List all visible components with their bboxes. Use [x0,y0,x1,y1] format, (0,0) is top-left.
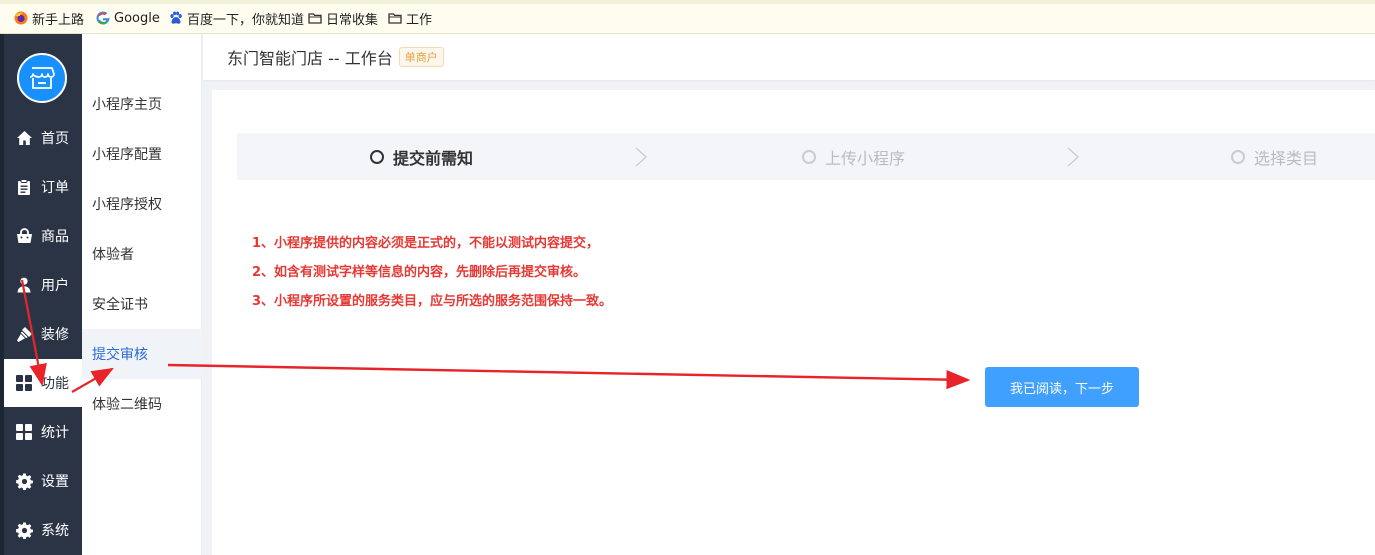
submenu-label: 安全证书 [92,297,148,313]
nav-item-system[interactable]: 系统 [0,506,82,554]
bookmark-label: 新手上路 [32,12,85,28]
home-icon [15,129,33,147]
submenu-label: 提交审核 [92,347,148,363]
bookmark-label: 工作 [406,12,433,28]
step-label: 上传小程序 [825,148,906,168]
nav-item-home[interactable]: 首页 [0,114,82,162]
bookmarks-bar: 新手上路 Google 百度一下，你就知道 日常收集 工作 [0,0,1375,34]
nav-item-features[interactable]: 功能 [4,359,82,407]
nav-label: 订单 [41,180,69,196]
shopping-bag-icon [15,227,33,245]
submenu-label: 小程序授权 [92,197,162,213]
brush-icon [15,325,33,343]
submenu: 小程序主页 小程序配置 小程序授权 体验者 安全证书 提交审核 体验二维码 [82,34,202,555]
steps-bar: 提交前需知 上传小程序 选择类目 [237,133,1375,180]
step-circle-icon [802,149,816,164]
bookmark-label: 日常收集 [326,12,379,28]
merchant-type-badge: 单商户 [398,47,444,67]
notice-line: 1、小程序提供的内容必须是正式的，不能以测试内容提交， [252,236,600,251]
nav-item-settings[interactable]: 设置 [0,457,82,505]
notice-line: 3、小程序所设置的服务类目，应与所选的服务范围保持一致。 [252,294,613,309]
nav-item-products[interactable]: 商品 [0,212,82,260]
bookmark-label: 百度一下，你就知道 [187,12,305,28]
submenu-item-security-cert[interactable]: 安全证书 [82,279,202,329]
submenu-label: 体验二维码 [92,397,162,413]
nav-item-users[interactable]: 用户 [0,261,82,309]
notice-line: 2、如含有测试字样等信息的内容，先删除后再提交审核。 [252,265,587,280]
nav-label: 设置 [41,474,69,490]
step-item: 提交前需知 [370,133,473,180]
next-step-button[interactable]: 我已阅读，下一步 [985,367,1139,407]
nav-label: 商品 [41,229,69,245]
submenu-label: 体验者 [92,247,134,263]
baidu-paw-icon [170,11,182,24]
step-item: 上传小程序 [802,133,905,180]
nav-label: 装修 [41,327,69,343]
nav-item-statistics[interactable]: 统计 [0,408,82,456]
submenu-item-submit-review[interactable]: 提交审核 [82,329,202,379]
gear-icon [15,472,33,490]
step-label: 提交前需知 [393,148,474,168]
bookmark-label: Google [114,10,160,26]
step-circle-icon [1231,149,1245,164]
page-title: 东门智能门店 -- 工作台 [227,49,393,68]
nav-item-orders[interactable]: 订单 [0,163,82,211]
submenu-item-trial-qrcode[interactable]: 体验二维码 [82,379,202,429]
firefox-icon [14,11,28,25]
nav-label: 首页 [41,131,69,147]
nav-item-decoration[interactable]: 装修 [0,310,82,358]
nav-label: 系统 [41,523,69,539]
submenu-label: 小程序主页 [92,97,162,113]
gear-icon [15,521,33,539]
clipboard-icon [15,178,33,196]
google-icon [96,11,110,25]
chevron-right-icon [635,147,647,167]
content-card: 提交前需知 上传小程序 选择类目 1、小程序提供的内容必须是正式的，不能以测试内… [212,90,1375,555]
step-item: 选择类目 [1231,133,1318,180]
bookmark-item[interactable]: 新手上路 [14,9,85,28]
nav-label: 用户 [41,278,69,294]
grid-icon [15,374,33,392]
user-icon [15,276,33,294]
submenu-item-miniprogram-home[interactable]: 小程序主页 [82,79,202,129]
bookmarks-bar-top-edge [0,0,1375,4]
bookmark-item[interactable]: 百度一下，你就知道 [169,9,305,28]
logo[interactable] [17,53,67,103]
nav-label: 统计 [41,425,69,441]
bookmark-item[interactable]: Google [96,9,160,27]
submenu-label: 小程序配置 [92,147,162,163]
chevron-right-icon [1067,147,1079,167]
step-label: 选择类目 [1254,148,1319,168]
bookmark-item[interactable]: 日常收集 [308,9,379,28]
submenu-item-miniprogram-auth[interactable]: 小程序授权 [82,179,202,229]
nav-label: 功能 [41,376,69,392]
grid-icon [15,423,33,441]
step-circle-icon [370,149,384,164]
submenu-item-testers[interactable]: 体验者 [82,229,202,279]
folder-icon [388,13,402,24]
submenu-item-miniprogram-config[interactable]: 小程序配置 [82,129,202,179]
store-icon [29,67,55,89]
main-sidebar: 首页 订单 商品 用户 装修 功能 统计 设置 系统 [0,34,82,555]
folder-icon [308,13,322,24]
sidebar-edge-strip [0,34,4,555]
page-header: 东门智能门店 -- 工作台 单商户 [203,34,1375,80]
bookmark-item[interactable]: 工作 [388,9,433,28]
